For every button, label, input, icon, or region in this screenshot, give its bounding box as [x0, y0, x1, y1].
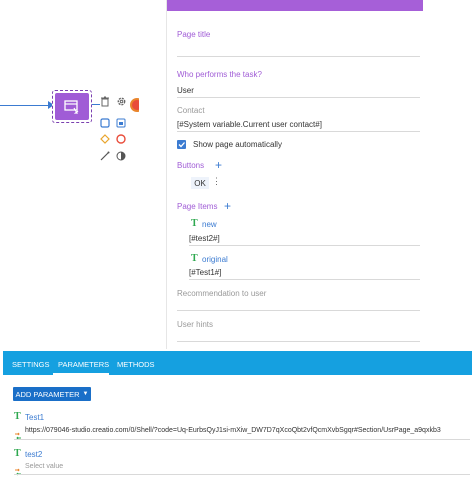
add-button-icon[interactable]: +	[215, 159, 222, 171]
recommendation-label: Recommendation to user	[177, 289, 267, 298]
parameter-underline	[14, 439, 470, 440]
add-parameter-label: ADD PARAMETER	[15, 389, 80, 399]
page-item-value[interactable]: [#Test1#]	[189, 268, 221, 277]
user-task-element[interactable]	[52, 90, 92, 123]
tab-settings[interactable]: SETTINGS	[12, 360, 50, 369]
text-type-icon: T	[191, 253, 198, 264]
page-title-label: Page title	[177, 30, 211, 39]
parameter-value[interactable]: https://079046-studio.creatio.com/0/Shel…	[25, 427, 441, 434]
page-title-field[interactable]	[177, 56, 420, 57]
gear-icon[interactable]	[116, 94, 128, 106]
add-parameter-button[interactable]: ADD PARAMETER ▼	[13, 387, 91, 401]
mapping-icon	[14, 463, 22, 476]
contact-field-underline	[177, 131, 420, 132]
more-options-icon[interactable]: ⋮	[212, 176, 221, 187]
page-item-underline	[189, 245, 420, 246]
text-type-icon: T	[14, 411, 21, 422]
square-icon[interactable]	[100, 115, 112, 128]
properties-panel: Page title Who performs the task? User C…	[166, 0, 472, 349]
performer-value[interactable]: User	[177, 86, 194, 95]
mapping-icon	[14, 427, 22, 440]
user-hints-label: User hints	[177, 320, 214, 329]
page-item-underline	[189, 279, 420, 280]
parameter-name[interactable]: Test1	[25, 413, 44, 422]
line-icon[interactable]	[100, 148, 112, 161]
user-task-icon	[55, 93, 89, 120]
caret-down-icon: ▼	[82, 391, 89, 397]
recommendation-field[interactable]	[177, 310, 420, 311]
performer-label: Who performs the task?	[177, 70, 262, 79]
show-page-checkbox[interactable]	[177, 140, 186, 149]
image-icon[interactable]	[116, 115, 128, 128]
panel-header-bar	[167, 0, 423, 11]
page-item-name[interactable]: original	[202, 255, 228, 264]
circle-icon[interactable]	[116, 131, 128, 144]
user-hints-field[interactable]	[177, 341, 420, 342]
half-circle-icon[interactable]	[116, 148, 128, 161]
ok-button-item[interactable]: OK	[191, 177, 209, 189]
add-page-item-icon[interactable]: +	[224, 200, 231, 212]
page-item-name[interactable]: new	[202, 220, 217, 229]
page-items-label: Page Items	[177, 202, 218, 211]
bottom-pane: SETTINGS PARAMETERS METHODS ADD PARAMETE…	[0, 349, 474, 492]
text-type-icon: T	[14, 448, 21, 459]
trash-icon[interactable]	[100, 94, 112, 107]
parameter-value-placeholder[interactable]: Select value	[25, 463, 63, 470]
buttons-label: Buttons	[177, 161, 205, 170]
contact-value[interactable]: [#System variable.Current user contact#]	[177, 120, 322, 129]
flow-connector[interactable]	[0, 105, 52, 106]
tab-methods[interactable]: METHODS	[117, 360, 155, 369]
page-item-value[interactable]: [#test2#]	[189, 234, 220, 243]
process-canvas[interactable]	[0, 0, 166, 349]
performer-field-underline	[177, 97, 420, 98]
element-quick-toolbar	[96, 92, 134, 164]
show-page-label: Show page automatically	[193, 140, 282, 149]
active-tab-indicator	[53, 373, 109, 375]
parameter-underline	[14, 474, 470, 475]
parameter-name[interactable]: test2	[25, 450, 42, 459]
tab-parameters[interactable]: PARAMETERS	[58, 360, 109, 369]
tab-bar: SETTINGS PARAMETERS METHODS	[3, 351, 472, 375]
diamond-icon[interactable]	[100, 131, 112, 144]
text-type-icon: T	[191, 218, 198, 229]
contact-label: Contact	[177, 106, 205, 115]
